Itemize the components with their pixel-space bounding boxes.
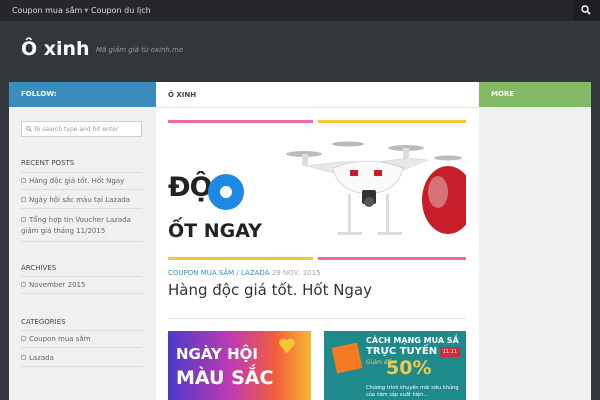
- divider: [21, 347, 142, 348]
- left-sidebar: FOLLOW: RECENT POSTS Hàng độc giá tốt. H…: [9, 82, 156, 400]
- post-meta: COUPON MUA SẮM / LAZADA 29 NOV, 2015: [168, 269, 321, 277]
- follow-label: FOLLOW:: [21, 90, 57, 98]
- meta-separator: /: [236, 269, 239, 277]
- chevron-down-icon: ▼: [84, 8, 89, 14]
- calendar-icon: [21, 281, 26, 287]
- nav-item-coupon-mua-sam[interactable]: Coupon mua sắm ▼: [12, 0, 88, 21]
- category-label: Lazada: [29, 354, 54, 362]
- recent-posts-title: RECENT POSTS: [21, 159, 75, 167]
- post-category-link[interactable]: LAZADA: [241, 269, 270, 277]
- archives-title: ARCHIVES: [21, 264, 57, 272]
- recent-post-label: Hàng độc giá tốt. Hốt Ngay: [29, 177, 125, 185]
- post-thumbnail[interactable]: CÁCH MẠNG MUA SẮ TRỰC TUYẾN 11.11 Giảm đ…: [324, 331, 466, 400]
- document-icon: [21, 177, 26, 183]
- banner-stripe: [168, 120, 313, 123]
- recent-post-label: Ngày hội sắc màu tại Lazada: [29, 196, 131, 204]
- recent-post-label: Tổng hợp tin Voucher Lazada giảm giá thá…: [21, 216, 131, 235]
- post-thumbnail[interactable]: NGÀY HỘI MÀU SẮC: [168, 331, 311, 400]
- category-link[interactable]: Lazada: [21, 353, 145, 364]
- gift-icon: [331, 342, 363, 374]
- category-link[interactable]: Coupon mua sắm: [21, 334, 145, 345]
- search-icon: [26, 126, 32, 132]
- recent-post-link[interactable]: Tổng hợp tin Voucher Lazada giảm giá thá…: [21, 215, 145, 237]
- thumbnail-text: MÀU SẮC: [176, 367, 274, 389]
- banner-stripe: [168, 257, 313, 260]
- post-date: 29 NOV, 2015: [271, 269, 321, 277]
- drone-image: [286, 141, 466, 235]
- more-label: MORE: [491, 90, 515, 98]
- thumbnail-text: NGÀY HỘI: [176, 345, 259, 363]
- post-category-link[interactable]: COUPON MUA SẮM: [168, 269, 234, 277]
- search-input[interactable]: [34, 124, 140, 135]
- categories-title: CATEGORIES: [21, 318, 66, 326]
- thumbnail-text: TRỰC TUYẾN: [366, 346, 438, 357]
- post-title-link[interactable]: Hàng độc giá tốt. Hốt Ngay: [168, 281, 372, 299]
- recent-post-link[interactable]: Hàng độc giá tốt. Hốt Ngay: [21, 176, 145, 187]
- thumbnail-text: Chương trình khuyến mãi siêu khủng: [366, 385, 459, 391]
- heart-icon: [279, 338, 295, 354]
- divider: [21, 276, 142, 277]
- banner-stripe: [318, 120, 466, 123]
- more-bar: MORE: [479, 82, 591, 107]
- banner-stripe: [318, 257, 466, 260]
- nav-item-label: Coupon du lịch: [91, 6, 151, 15]
- top-navigation: Coupon mua sắm ▼ Coupon du lịch: [0, 0, 600, 21]
- thumbnail-text: CÁCH MẠNG MUA SẮ: [366, 336, 459, 345]
- archive-link[interactable]: November 2015: [21, 280, 145, 291]
- site-description: Mã giảm giá từ oxinh.me: [96, 46, 184, 54]
- nav-item-label: Coupon mua sắm: [12, 6, 83, 15]
- folder-icon: [21, 354, 26, 360]
- divider: [21, 293, 142, 294]
- banner-text: ỐT NGAY: [168, 220, 262, 242]
- sidebar-search[interactable]: [21, 121, 142, 137]
- divider: [21, 172, 142, 173]
- divider: [21, 208, 142, 209]
- page-title: Ô XINH: [168, 91, 197, 99]
- nav-item-coupon-du-lich[interactable]: Coupon du lịch: [91, 0, 151, 21]
- right-sidebar: MORE: [479, 82, 591, 400]
- featured-post-image[interactable]: ĐỘC ỐT NGAY: [168, 120, 466, 260]
- main-content: Ô XINH ĐỘC ỐT NGAY COUPON MUA SẮM / LAZA…: [156, 82, 479, 400]
- nav-search-button[interactable]: [573, 0, 600, 21]
- date-tag: 11.11: [440, 347, 460, 357]
- divider: [168, 318, 466, 319]
- main-header: Ô XINH: [156, 82, 479, 108]
- divider: [21, 241, 142, 242]
- category-label: Coupon mua sắm: [29, 335, 91, 343]
- document-icon: [21, 196, 26, 202]
- folder-icon: [21, 335, 26, 341]
- document-icon: [21, 216, 26, 222]
- banner-circle: [208, 174, 244, 210]
- follow-bar: FOLLOW:: [9, 82, 156, 107]
- search-icon: [581, 5, 591, 15]
- recent-post-link[interactable]: Ngày hội sắc màu tại Lazada: [21, 195, 145, 206]
- thumbnail-text: 50%: [386, 357, 432, 379]
- thumbnail-text: của năm sắp xuất hiện...: [366, 392, 429, 398]
- divider: [21, 330, 142, 331]
- archive-label: November 2015: [29, 281, 86, 289]
- divider: [21, 189, 142, 190]
- divider: [21, 366, 142, 367]
- site-title[interactable]: Ô xinh: [21, 38, 90, 60]
